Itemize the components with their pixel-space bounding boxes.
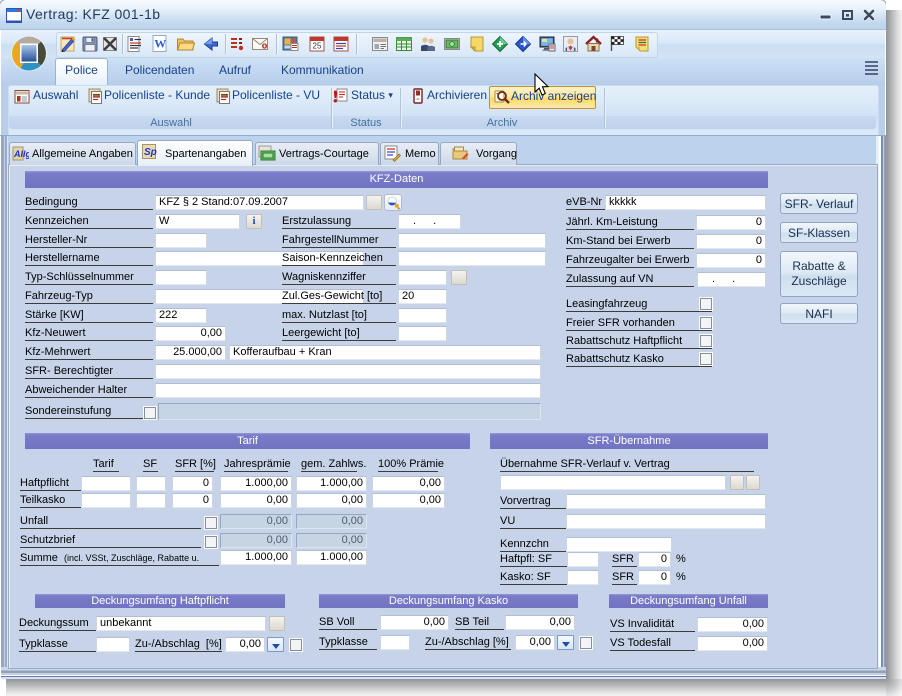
- svg-text:25: 25: [313, 42, 322, 51]
- svg-text:Allg: Allg: [13, 149, 29, 159]
- svg-text:Sp: Sp: [144, 147, 157, 158]
- svg-text:W: W: [154, 37, 166, 51]
